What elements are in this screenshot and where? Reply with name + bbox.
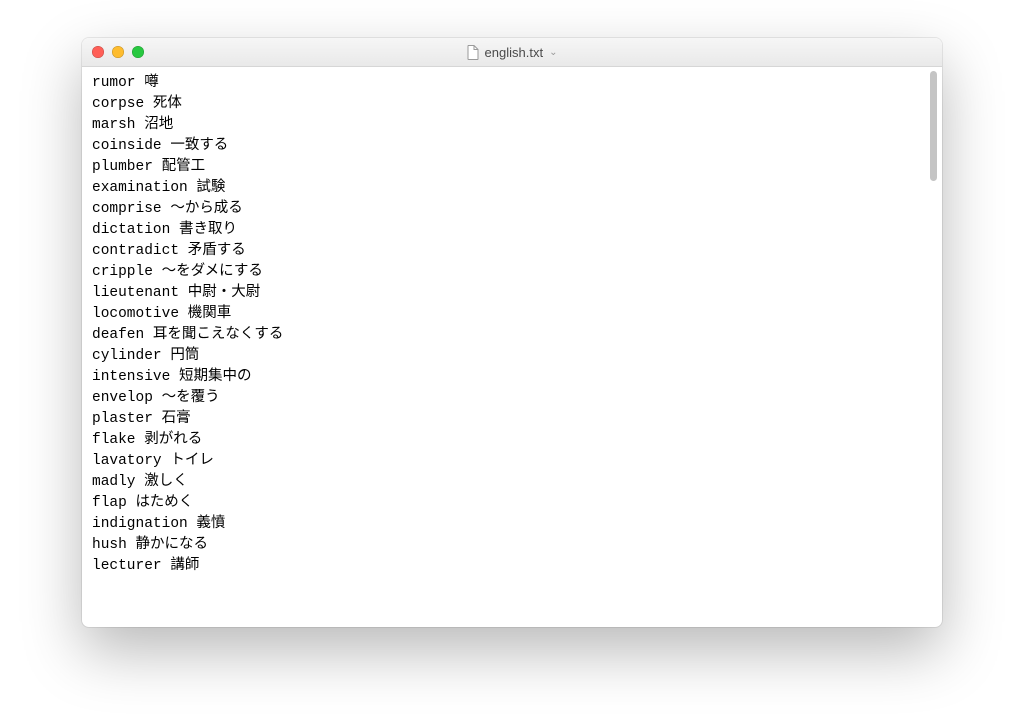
text-line[interactable]: flap はためく xyxy=(92,493,936,514)
desktop: english.txt ⌄ rumor 噂corpse 死体marsh 沼地co… xyxy=(0,0,1024,720)
text-line[interactable]: envelop 〜を覆う xyxy=(92,388,936,409)
text-line[interactable]: examination 試験 xyxy=(92,178,936,199)
text-line[interactable]: lecturer 講師 xyxy=(92,556,936,577)
scrollbar-thumb[interactable] xyxy=(930,71,937,181)
content-wrap: rumor 噂corpse 死体marsh 沼地coinside 一致するplu… xyxy=(82,67,942,627)
text-line[interactable]: corpse 死体 xyxy=(92,94,936,115)
text-line[interactable]: indignation 義憤 xyxy=(92,514,936,535)
text-editor-window: english.txt ⌄ rumor 噂corpse 死体marsh 沼地co… xyxy=(82,38,942,627)
document-icon xyxy=(467,45,479,60)
text-line[interactable]: coinside 一致する xyxy=(92,136,936,157)
window-controls xyxy=(92,46,144,58)
text-line[interactable]: hush 静かになる xyxy=(92,535,936,556)
titlebar[interactable]: english.txt ⌄ xyxy=(82,38,942,67)
window-title-text: english.txt xyxy=(485,45,544,60)
close-button[interactable] xyxy=(92,46,104,58)
text-line[interactable]: plumber 配管工 xyxy=(92,157,936,178)
text-line[interactable]: dictation 書き取り xyxy=(92,220,936,241)
text-line[interactable]: flake 剥がれる xyxy=(92,430,936,451)
window-title[interactable]: english.txt ⌄ xyxy=(467,45,558,60)
text-line[interactable]: cripple 〜をダメにする xyxy=(92,262,936,283)
text-content[interactable]: rumor 噂corpse 死体marsh 沼地coinside 一致するplu… xyxy=(82,67,942,627)
text-line[interactable]: cylinder 円筒 xyxy=(92,346,936,367)
text-line[interactable]: rumor 噂 xyxy=(92,73,936,94)
text-line[interactable]: lieutenant 中尉・大尉 xyxy=(92,283,936,304)
chevron-down-icon[interactable]: ⌄ xyxy=(549,47,557,58)
zoom-button[interactable] xyxy=(132,46,144,58)
text-line[interactable]: comprise 〜から成る xyxy=(92,199,936,220)
text-line[interactable]: marsh 沼地 xyxy=(92,115,936,136)
text-line[interactable]: intensive 短期集中の xyxy=(92,367,936,388)
text-line[interactable]: contradict 矛盾する xyxy=(92,241,936,262)
text-line[interactable]: madly 激しく xyxy=(92,472,936,493)
minimize-button[interactable] xyxy=(112,46,124,58)
text-line[interactable]: lavatory トイレ xyxy=(92,451,936,472)
text-line[interactable]: plaster 石膏 xyxy=(92,409,936,430)
text-line[interactable]: deafen 耳を聞こえなくする xyxy=(92,325,936,346)
text-line[interactable]: locomotive 機関車 xyxy=(92,304,936,325)
scrollbar-track[interactable] xyxy=(930,71,939,623)
